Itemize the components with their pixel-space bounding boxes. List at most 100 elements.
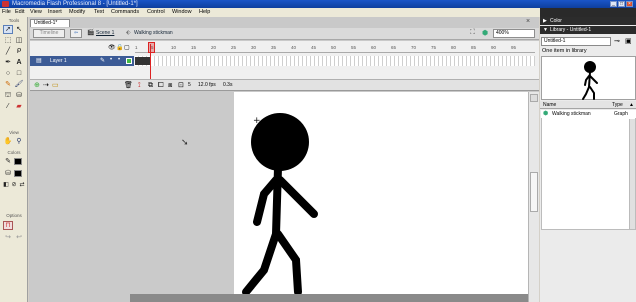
horizontal-scrollbar[interactable] (130, 294, 528, 302)
modify-markers-icon[interactable]: ⊡ (178, 80, 184, 91)
insert-folder-icon[interactable]: ▭ (52, 80, 59, 91)
pen-tool-icon[interactable]: ✒ (3, 58, 13, 67)
paint-bucket-tool-icon[interactable]: ⛁ (14, 91, 24, 100)
ruler-label: 20 (211, 45, 217, 50)
straighten-icon[interactable]: ↩ (14, 233, 24, 242)
rectangle-tool-icon[interactable]: □ (14, 69, 24, 78)
swap-colors-icon[interactable]: ⇄ (17, 181, 27, 190)
maximize-button[interactable]: □ (618, 1, 625, 7)
library-document-select[interactable]: Untitled-1 (541, 37, 611, 46)
insert-layer-icon[interactable]: ⊕ (34, 80, 40, 91)
keyframe-sequence[interactable] (135, 57, 151, 65)
fill-color-swatch[interactable] (14, 170, 22, 177)
colors-section-label: Colors (7, 150, 21, 155)
timeline-footer: ⊕ ⇢ ▭ 🗑 ⟟ ⧉ ⧠ ⧈ ⊡ 5 12.0 fps 0.3s (30, 79, 539, 90)
frame-ruler[interactable]: 1 5 10 15 20 25 30 35 40 45 50 55 60 65 … (135, 45, 535, 53)
library-scrollbar[interactable] (629, 119, 635, 229)
frame-grid[interactable] (135, 56, 535, 66)
lasso-tool-icon[interactable]: ᑭ (14, 47, 24, 56)
document-tab[interactable]: Untitled-1* (30, 19, 70, 27)
menu-modify[interactable]: Modify (69, 8, 85, 17)
title-bar: Macromedia Flash Professional 8 - [Untit… (0, 0, 636, 8)
line-tool-icon[interactable]: ╱ (3, 47, 13, 56)
new-library-icon[interactable]: ▣ (625, 37, 632, 45)
center-frame-icon[interactable]: ⟟ (138, 80, 141, 91)
menu-insert[interactable]: Insert (48, 8, 62, 17)
zoom-tool-icon[interactable]: ⚲ (14, 137, 24, 146)
stickman-figure[interactable]: + (234, 92, 528, 302)
tools-header: Tools (8, 18, 20, 23)
library-panel-header[interactable]: Library - Untitled-1 (540, 26, 636, 34)
pin-library-icon[interactable]: ⊸ (614, 37, 620, 45)
sort-icon[interactable]: ▲ (629, 101, 634, 109)
menu-window[interactable]: Window (172, 8, 192, 17)
vertical-scrollbar[interactable] (528, 92, 539, 302)
timeline-toggle-button[interactable]: Timeline (33, 29, 65, 38)
pencil-tool-icon[interactable]: ✎ (3, 80, 13, 89)
selection-tool-icon[interactable]: ➚ (3, 25, 13, 34)
col-name[interactable]: Name (543, 101, 556, 109)
delete-layer-icon[interactable]: 🗑 (124, 80, 133, 91)
layer-outline-swatch[interactable] (126, 58, 132, 64)
layer-lock-dot[interactable]: • (118, 57, 120, 63)
scroll-thumb[interactable] (530, 172, 538, 212)
stickman-arm-right (276, 176, 318, 218)
eyedropper-tool-icon[interactable]: ⁄ (3, 102, 13, 111)
mouse-cursor-icon: ➘ (181, 137, 189, 147)
snap-to-objects-icon[interactable]: ⊓ (3, 221, 13, 230)
lock-icon[interactable]: 🔒 (116, 44, 123, 51)
ruler-label: 85 (471, 45, 477, 50)
eye-icon[interactable]: 👁 (108, 44, 116, 51)
menu-help[interactable]: Help (199, 8, 210, 17)
outline-icon[interactable]: ▢ (124, 44, 130, 51)
expand-arrow-icon[interactable]: ▼ (543, 27, 548, 33)
stroke-color-swatch[interactable] (14, 158, 22, 165)
stroke-color-icon[interactable]: ✎ (3, 157, 13, 166)
edit-bar: Timeline ⇦ 🎬 Scene 1 ⬖ Walking stickman … (30, 28, 539, 40)
zoom-select[interactable]: 400% (493, 29, 535, 38)
scene-breadcrumb[interactable]: Scene 1 (96, 30, 114, 36)
edit-symbols-icon[interactable]: ⬢ (482, 29, 488, 37)
oval-tool-icon[interactable]: ○ (3, 69, 13, 78)
back-arrow-icon[interactable]: ⇦ (70, 29, 82, 38)
menu-control[interactable]: Control (147, 8, 165, 17)
menu-file[interactable]: File (2, 8, 11, 17)
ink-bottle-tool-icon[interactable]: ⛫ (3, 91, 13, 100)
scroll-up-icon[interactable] (530, 94, 538, 102)
onion-outlines-icon[interactable]: ⧠ (158, 80, 164, 91)
menu-text[interactable]: Text (94, 8, 104, 17)
add-guide-icon[interactable]: ⇢ (43, 80, 49, 91)
free-transform-tool-icon[interactable]: ⬚ (3, 36, 13, 45)
ruler-label: 95 (511, 45, 517, 50)
menu-view[interactable]: View (30, 8, 42, 17)
brush-tool-icon[interactable]: 🖌 (14, 80, 24, 89)
ruler-label: 45 (311, 45, 317, 50)
ruler-label: 70 (411, 45, 417, 50)
close-button[interactable]: × (626, 1, 633, 7)
subselection-tool-icon[interactable]: ↖ (14, 25, 24, 34)
stickman-leg-left (242, 230, 280, 296)
eraser-tool-icon[interactable]: ▰ (14, 102, 24, 111)
layer-row[interactable]: Layer 1 ▤ ✎ • • (30, 56, 539, 66)
library-item[interactable]: ⬢ Walking stickman Graph (541, 110, 636, 118)
ruler-label: 90 (491, 45, 497, 50)
smooth-icon[interactable]: ↪ (3, 233, 13, 242)
onion-skin-icon[interactable]: ⧉ (148, 80, 153, 91)
ruler-label: 55 (351, 45, 357, 50)
edit-multiple-icon[interactable]: ⧈ (168, 80, 172, 91)
menu-commands[interactable]: Commands (111, 8, 139, 17)
fill-transform-tool-icon[interactable]: ◫ (14, 36, 24, 45)
col-type[interactable]: Type (612, 101, 623, 109)
collapse-arrow-icon[interactable]: ▶ (543, 18, 547, 24)
close-document-icon[interactable]: × (523, 18, 533, 26)
hand-tool-icon[interactable]: ✋ (3, 137, 13, 146)
text-tool-icon[interactable]: A (14, 58, 24, 67)
ruler-label: 25 (231, 45, 237, 50)
minimize-button[interactable]: _ (610, 1, 617, 7)
color-panel-header[interactable]: Color (540, 17, 636, 25)
edit-scene-icon[interactable]: ⛶ (470, 29, 475, 37)
preview-stickman-icon (582, 61, 598, 100)
fill-color-icon[interactable]: ⛁ (3, 169, 13, 178)
layer-visible-dot[interactable]: • (110, 57, 112, 63)
menu-edit[interactable]: Edit (15, 8, 24, 17)
